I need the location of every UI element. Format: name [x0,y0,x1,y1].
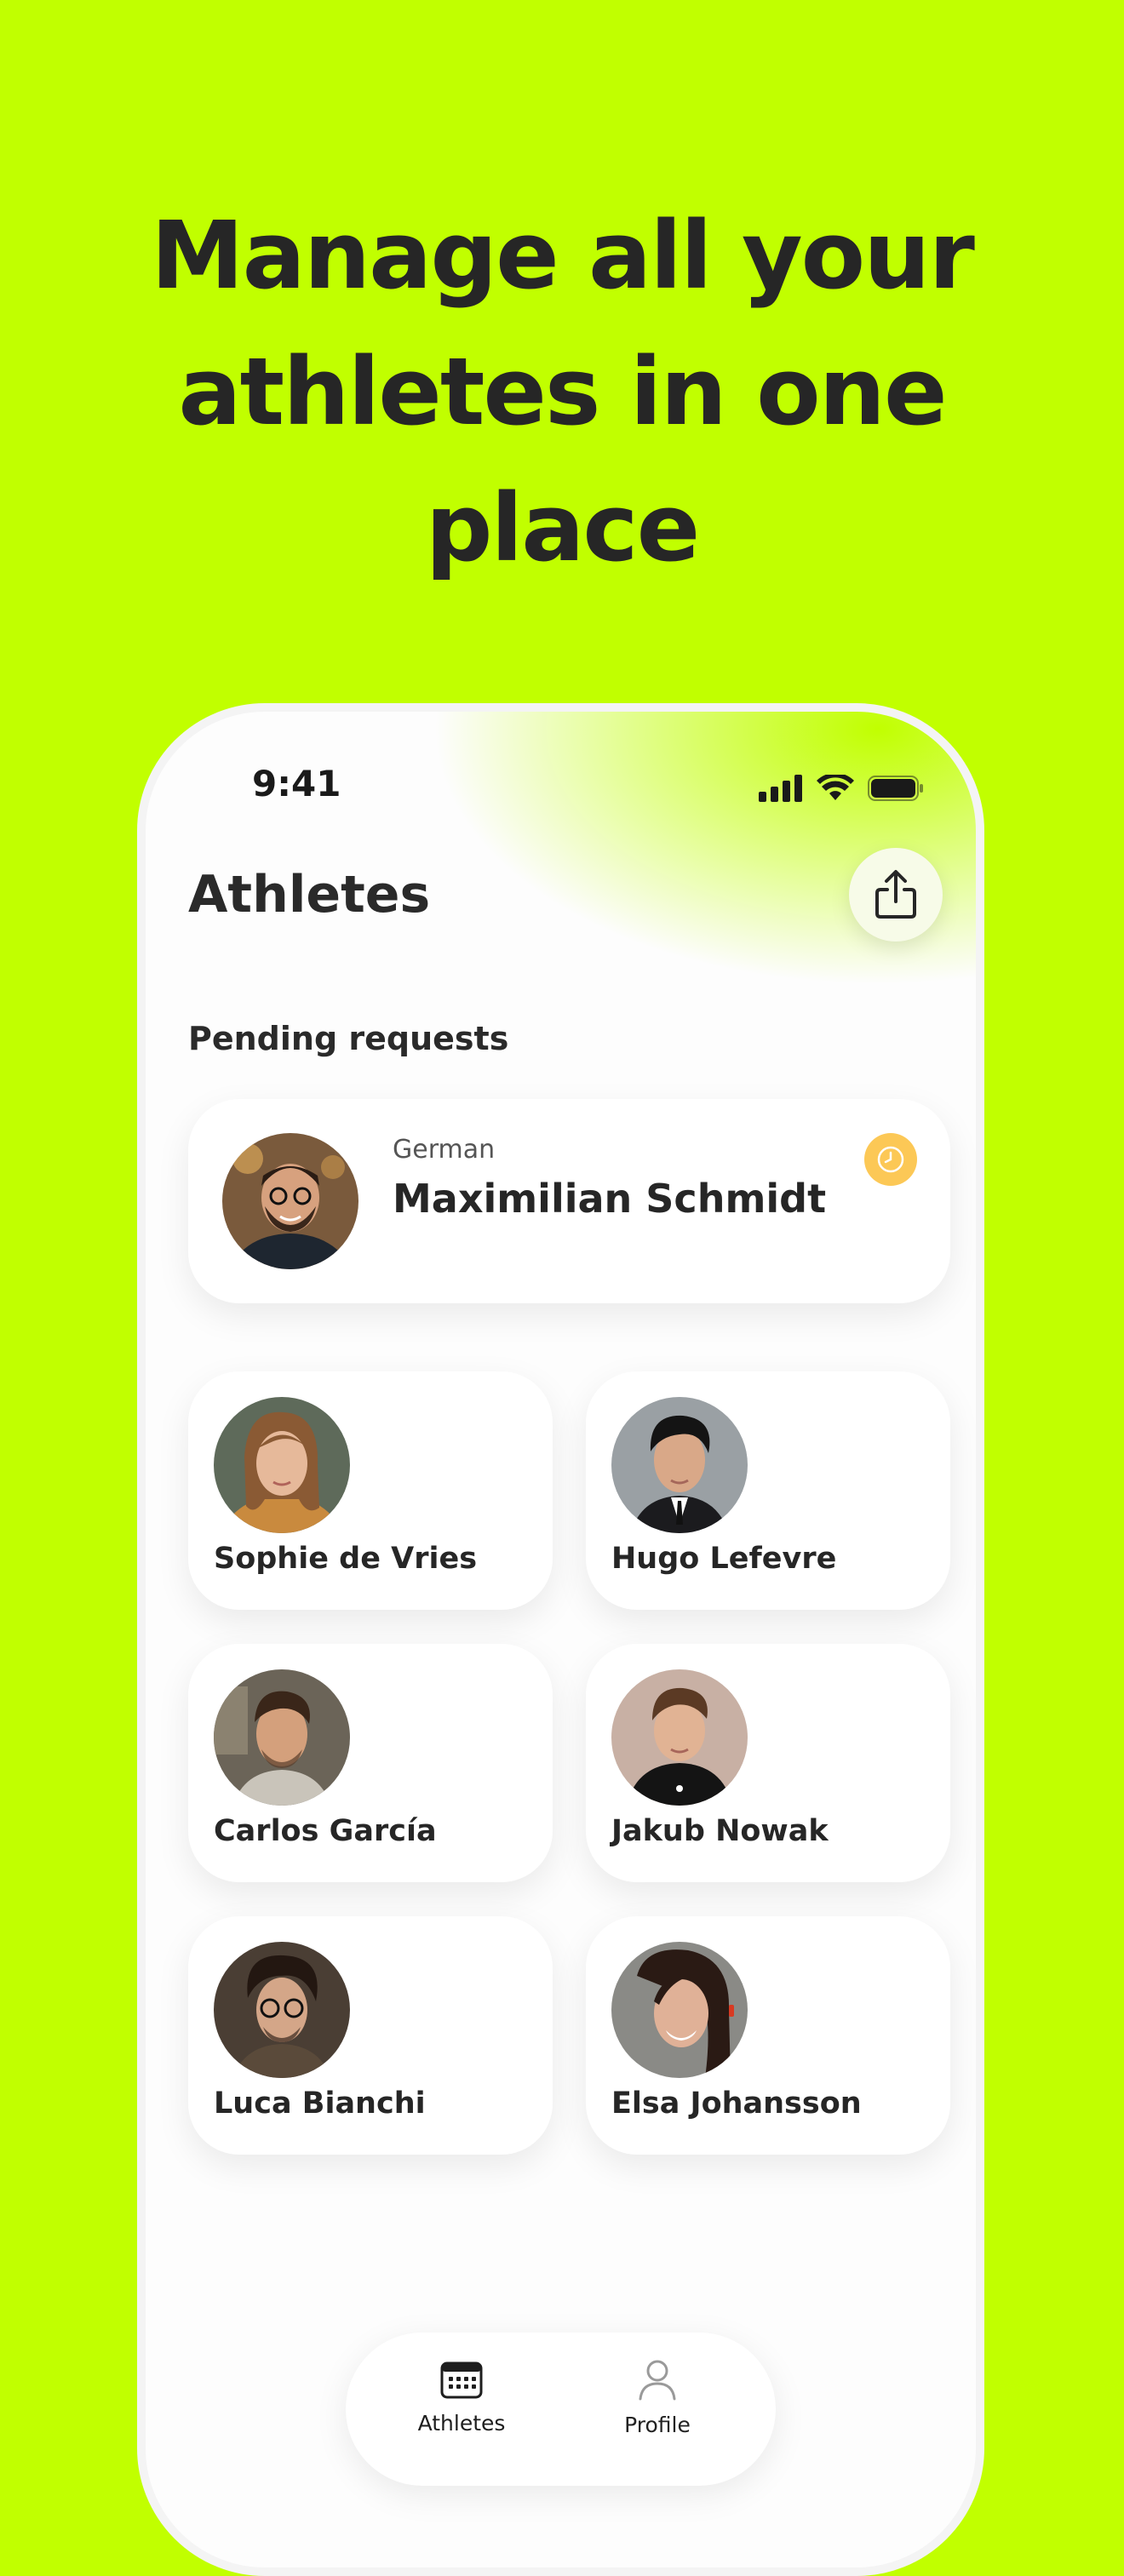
athlete-card[interactable]: Hugo Lefevre [586,1371,950,1610]
share-icon [875,870,916,919]
cellular-signal-icon [759,775,802,802]
avatar [611,1942,748,2078]
headline-line-1: Manage all your [151,201,975,310]
wifi-icon [817,775,854,800]
avatar [611,1669,748,1806]
athlete-name: Jakub Nowak [611,1814,829,1848]
athlete-name: Elsa Johansson [611,2087,862,2121]
calendar-icon [440,2361,483,2399]
status-time: 9:41 [252,763,341,804]
tab-profile-label: Profile [624,2413,691,2437]
pending-name: Maximilian Schmidt [393,1176,827,1222]
status-icons [759,775,924,802]
athlete-name: Hugo Lefevre [611,1542,837,1576]
tab-athletes-label: Athletes [417,2411,506,2436]
page-title: Athletes [188,865,431,924]
athlete-name: Sophie de Vries [214,1542,478,1576]
headline-line-2: athletes in one [178,337,947,446]
clock-icon [877,1146,904,1173]
athlete-card[interactable]: Sophie de Vries [188,1371,553,1610]
person-icon [639,2360,676,2401]
avatar [222,1133,358,1269]
athlete-name: Carlos García [214,1814,437,1848]
phone-frame: 9:41 Athletes Pending requests German Ma… [137,703,984,2576]
tab-profile[interactable]: Profile [572,2358,743,2437]
athlete-card[interactable]: Jakub Nowak [586,1644,950,1882]
pending-nationality: German [393,1135,496,1165]
athlete-name: Luca Bianchi [214,2087,426,2121]
headline-line-3: place [425,473,700,582]
share-button[interactable] [849,848,943,942]
tab-athletes[interactable]: Athletes [376,2358,547,2436]
athlete-card[interactable]: Luca Bianchi [188,1916,553,2155]
avatar [214,1669,350,1806]
avatar [214,1942,350,2078]
athlete-card[interactable]: Carlos García [188,1644,553,1882]
marketing-headline: Manage all your athletes in one place [0,187,1124,596]
athlete-card[interactable]: Elsa Johansson [586,1916,950,2155]
pending-request-card[interactable]: German Maximilian Schmidt [188,1099,950,1303]
battery-icon [868,776,923,801]
avatar [611,1397,748,1533]
section-title-pending: Pending requests [188,1020,509,1057]
header-glow [146,712,976,1001]
tab-bar: Athletes Profile [346,2333,776,2486]
avatar [214,1397,350,1533]
pending-status-badge [864,1133,917,1186]
